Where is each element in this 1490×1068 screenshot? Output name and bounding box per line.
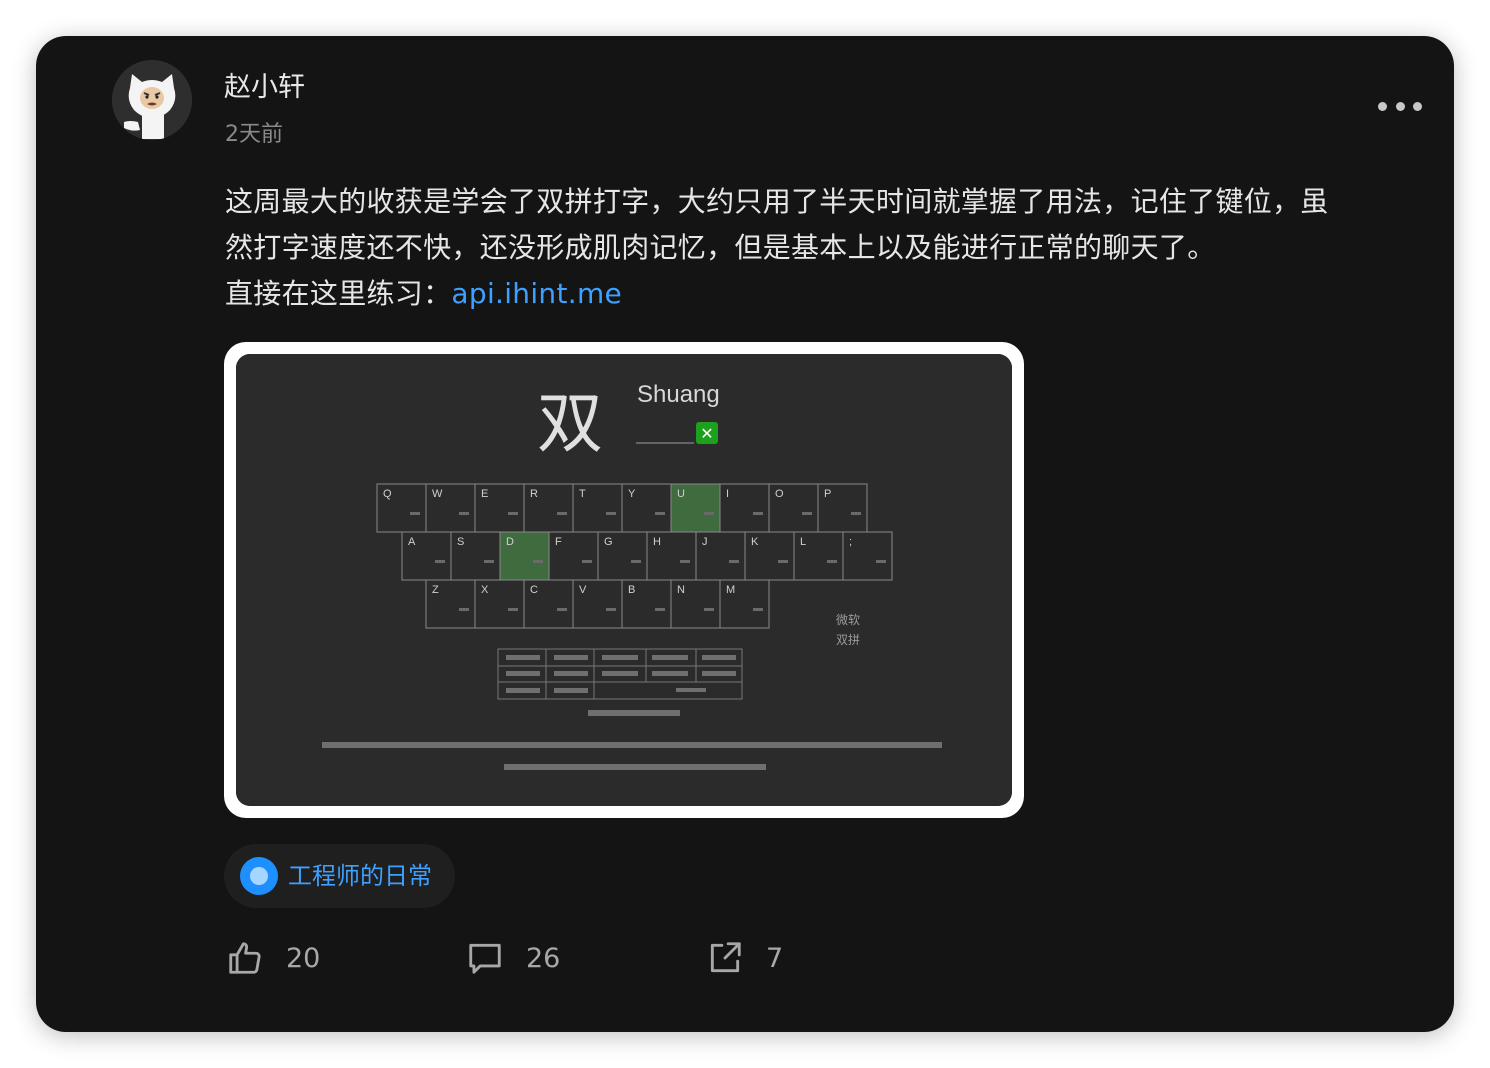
like-count: 20 [286,942,321,974]
keyboard-key-hint [851,512,861,515]
keyboard-key-hint [508,608,518,611]
keyboard-key-hint [606,608,616,611]
post-card: 赵小轩 2天前 这周最大的收获是学会了双拼打字，大约只用了半天时间就掌握了用法，… [36,36,1454,1032]
keyboard-key-label: O [775,488,784,500]
topic-label: 工程师的日常 [288,862,432,890]
keyboard-key-hint [582,560,592,563]
pinyin-text: Shuang [637,381,720,408]
scheme-name: 双拼 [836,633,860,647]
keyboard-key-hint [533,560,543,563]
keyboard-key-label: P [824,488,831,500]
keyboard-key-hint [704,512,714,515]
keyboard-key-hint [410,512,420,515]
share-button[interactable]: 7 [706,936,783,980]
keyboard-key-label: N [677,584,685,596]
post-content: 这周最大的收获是学会了双拼打字，大约只用了半天时间就掌握了用法，记住了键位，虽 … [225,179,1425,317]
keyboard-key-label: Y [628,488,636,500]
keyboard-key-label: X [481,584,489,596]
keyboard-key-hint [655,512,665,515]
keyboard-key-label: T [579,488,586,500]
keyboard-key-label: ; [849,536,852,548]
keyboard-key-hint [631,560,641,563]
keyboard-key-hint [557,512,567,515]
keyboard-key-label: I [726,488,729,500]
post-time: 2天前 [225,122,283,147]
keyboard-key-hint [876,560,886,563]
comment-icon [469,943,501,974]
keyboard-key-hint [753,512,763,515]
keyboard-key-label: L [800,536,806,548]
comment-button[interactable]: 26 [466,936,560,980]
post-image[interactable]: 双 Shuang ✕ Q W E R T Y U I O P A S D F G H J K L; Z X C V B N M 微… [224,342,1024,818]
keyboard-key-hint [508,512,518,515]
keyboard-key-hint [827,560,837,563]
keyboard-key-label: S [457,536,464,548]
practice-prefix: 直接在这里练习： [225,277,452,310]
keyboard-key-label: D [506,536,514,548]
keyboard-key-label: M [726,584,735,596]
keyboard-key-label: V [579,584,587,596]
like-button[interactable]: 20 [226,936,320,980]
keyboard-key-hint [655,608,665,611]
shuangpin-screenshot: 双 Shuang ✕ Q W E R T Y U I O P A S D F G H J K L; Z X C V B N M 微… [236,354,1012,806]
more-dot-icon [1378,101,1387,111]
keyboard-key-label: J [702,536,708,548]
share-count: 7 [766,942,784,974]
comment-count: 26 [526,942,561,974]
keyboard-key-hint [435,560,445,563]
big-character: 双 [537,385,603,462]
keyboard-key-label: E [481,488,488,500]
keyboard-key-label: B [628,584,635,596]
keyboard-key-hint [704,608,714,611]
keyboard-key-label: W [432,488,443,500]
keyboard-key-hint [557,608,567,611]
keyboard-key-hint [802,512,812,515]
post-text-line: 然打字速度还不快，还没形成肌肉记忆，但是基本上以及能进行正常的聊天了。 [225,231,1216,264]
more-options-button[interactable] [1372,92,1428,120]
keyboard-key-label: F [555,536,562,548]
author-name[interactable]: 赵小轩 [224,68,305,108]
thumbs-up-icon [229,942,261,974]
keyboard-key-label: H [653,536,661,548]
keyboard-key-label: R [530,488,538,500]
keyboard-key-label: U [677,488,685,500]
keyboard-key-hint [729,560,739,563]
keyboard-key-hint [753,608,763,611]
cat-meme-avatar-icon [112,60,192,140]
keyboard-key-label: K [751,536,759,548]
practice-link[interactable]: api.ihint.me [451,277,622,310]
keyboard-key-label: G [604,536,613,548]
more-dot-icon [1395,101,1405,111]
post-text-line: 这周最大的收获是学会了双拼打字，大约只用了半天时间就掌握了用法，记住了键位，虽 [225,185,1329,218]
keyboard-key-hint [484,560,494,563]
post-text-line: 直接在这里练习：api.ihint.me [225,271,1425,317]
shuangpin-illustration: 双 Shuang ✕ Q W E R T Y U I O P A S D F G H J K L ; Z X C V B N M 微… [236,354,1012,806]
keyboard-key-label: Z [432,584,439,596]
keyboard-key-hint [459,512,469,515]
scheme-name: 微软 [836,613,860,627]
topic-tag[interactable]: 工程师的日常 [224,844,455,908]
keyboard-key-hint [778,560,788,563]
keyboard-key-label: Q [383,488,392,500]
keyboard-key-hint [459,608,469,611]
avatar[interactable] [112,60,192,140]
share-icon [710,942,741,973]
keyboard-key-label: C [530,584,538,596]
keyboard-key-hint [680,560,690,563]
topic-circle-icon [240,857,278,895]
keyboard-key-hint [606,512,616,515]
more-dot-icon [1413,101,1422,111]
keyboard-key-label: A [408,536,416,548]
correct-mark: ✕ [700,424,713,443]
